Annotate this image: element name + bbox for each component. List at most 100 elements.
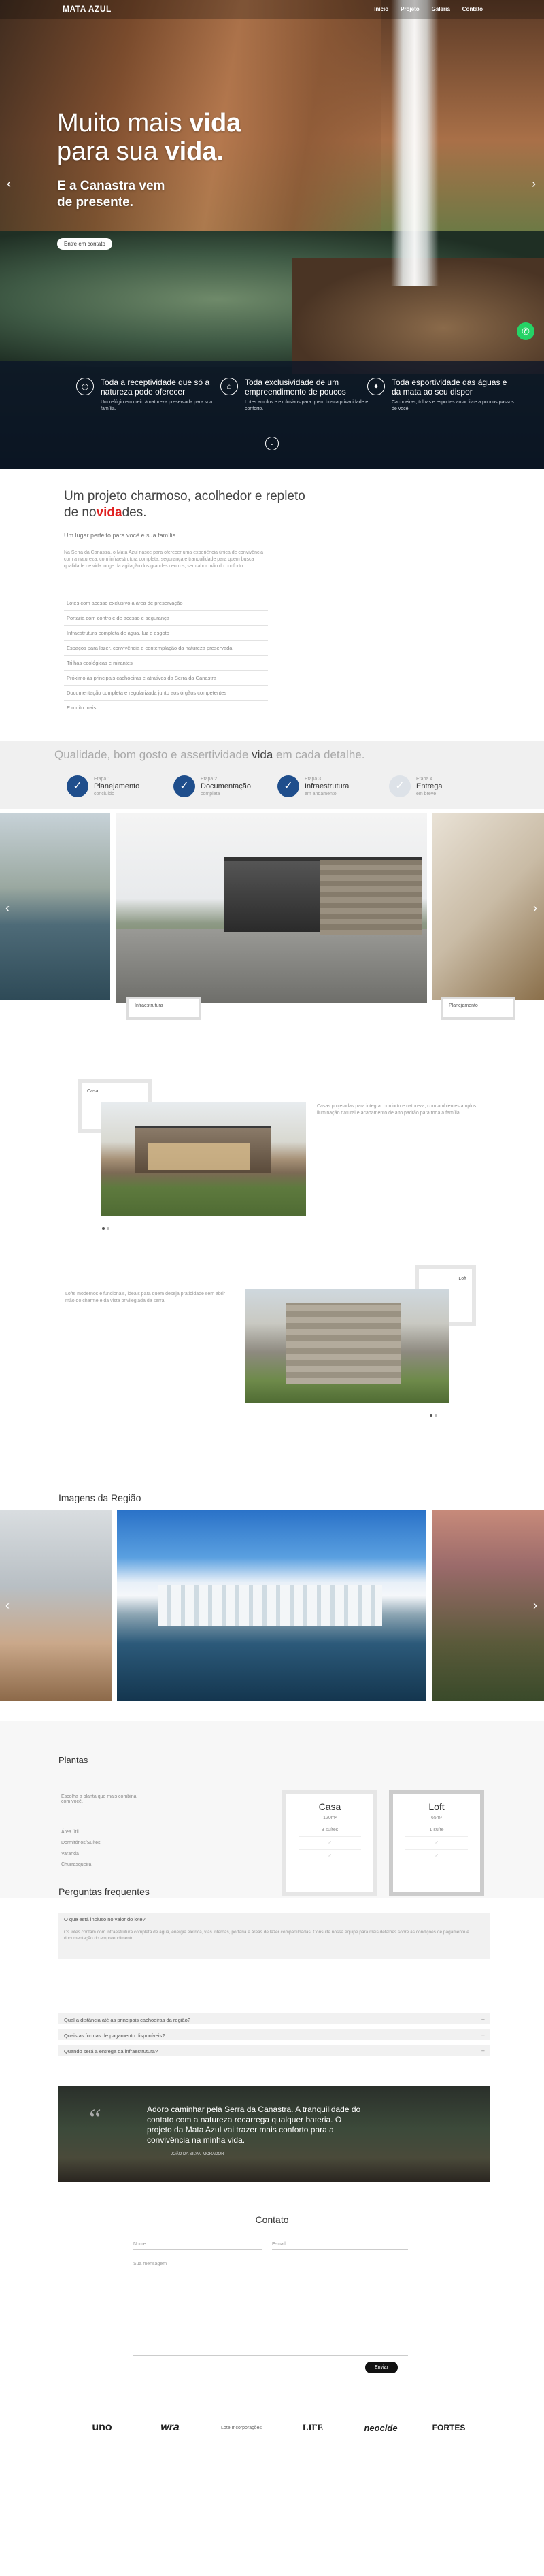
email-field[interactable]: E-mail — [272, 2242, 408, 2250]
plantas-title: Plantas — [58, 1755, 88, 1765]
list-item: Próximo às principais cachoeiras e atrat… — [64, 671, 268, 686]
region-prev-arrow-icon[interactable]: ‹ — [5, 1599, 10, 1613]
partner-logo-fortes: FORTES — [432, 2423, 466, 2432]
region-image-2[interactable] — [117, 1510, 426, 1701]
hero-next-arrow-icon[interactable]: › — [532, 177, 536, 191]
list-item: Documentação completa e regularizada jun… — [64, 686, 268, 701]
gallery-image-planejamento[interactable] — [432, 813, 544, 1000]
nav-item-projeto[interactable]: Projeto — [401, 6, 420, 12]
feature-receptividade: ◎ Toda a receptividade que só a natureza… — [76, 378, 226, 413]
step-documentacao: ✓ Etapa 2 Documentação completa — [173, 775, 251, 797]
partner-logo-neocide: neocide — [364, 2422, 398, 2433]
logo[interactable]: MATA AZUL — [63, 4, 112, 14]
step-infraestrutura: ✓ Etapa 3 Infraestrutura em andamento — [277, 775, 349, 797]
partner-logo-wra: wra — [160, 2422, 180, 2433]
loft-image[interactable] — [245, 1289, 449, 1403]
check-icon: ✓ — [173, 775, 195, 797]
house-shape — [286, 1303, 401, 1384]
check-icon: ✓ — [67, 775, 88, 797]
check-icon: ✓ — [277, 775, 299, 797]
feature-icon: ⌂ — [220, 378, 238, 395]
casa-description: Casas projetadas para integrar conforto … — [317, 1104, 478, 1116]
planta-card-casa[interactable]: Casa 120m² 3 suítes ✓ ✓ — [282, 1790, 377, 1896]
nav-item-inicio[interactable]: Início — [374, 6, 388, 12]
plantas-row-label: Área útil — [61, 1830, 79, 1835]
loft-carousel-dots[interactable] — [430, 1408, 439, 1420]
partner-logo-uno: uno — [92, 2422, 112, 2433]
faq-question: O que está incluso no valor do lote? — [64, 1916, 146, 1922]
quote-icon: “ — [89, 2103, 101, 2134]
faq-answer: Os lotes contam com infraestrutura compl… — [64, 1930, 469, 1941]
hero-prev-arrow-icon[interactable]: ‹ — [7, 177, 11, 191]
gallery-prev-arrow-icon[interactable]: ‹ — [5, 901, 10, 916]
scroll-down-icon[interactable]: ⌄ — [265, 437, 279, 450]
plus-icon: + — [481, 2016, 485, 2023]
quality-title: Qualidade, bom gosto e assertividade vid… — [54, 748, 365, 761]
stone-wall-shape — [320, 860, 422, 935]
road-shape — [116, 929, 427, 1003]
plantas-row-label: Varanda — [61, 1852, 79, 1856]
nav-item-galeria[interactable]: Galeria — [432, 6, 450, 12]
faq-item-open[interactable]: O que está incluso no valor do lote? Os … — [58, 1913, 490, 1959]
project-subtitle: Um lugar perfeito para você e sua famíli… — [64, 532, 178, 539]
list-item: Espaços para lazer, convivência e contem… — [64, 641, 268, 656]
whatsapp-icon[interactable]: ✆ — [517, 322, 534, 340]
faq-item[interactable]: Quando será a entrega da infraestrutura?… — [58, 2045, 490, 2056]
project-feature-list: Lotes com acesso exclusivo à área de pre… — [64, 596, 268, 715]
gallery-image-infraestrutura[interactable] — [116, 813, 427, 1003]
list-item: Portaria com controle de acesso e segura… — [64, 611, 268, 626]
plantas-intro: Escolha a planta que mais combina com vo… — [61, 1794, 137, 1804]
caption-infraestrutura: Infraestrutura — [126, 997, 201, 1020]
project-description: Na Serra da Canastra, o Mata Azul nasce … — [64, 550, 263, 569]
step-entrega: ✓ Etapa 4 Entrega em breve — [389, 775, 443, 797]
project-title: Um projeto charmoso, acolhedor e repleto… — [64, 489, 305, 520]
waterfall-shape — [158, 1585, 382, 1626]
feature-icon: ◎ — [76, 378, 94, 395]
send-button[interactable]: Enviar — [365, 2362, 398, 2373]
hero-subheadline: E a Canastra vem de presente. — [57, 179, 165, 210]
loft-description: Lofts modernos e funcionais, ideais para… — [65, 1292, 226, 1303]
region-title: Imagens da Região — [58, 1492, 141, 1503]
contact-title: Contato — [255, 2214, 289, 2225]
casa-image[interactable] — [101, 1102, 306, 1216]
plus-icon: + — [481, 2032, 485, 2039]
testimonial-author: JOÃO DA SILVA, MORADOR — [171, 2152, 224, 2156]
gallery-image-pool[interactable] — [0, 813, 110, 1000]
planta-card-loft[interactable]: Loft 65m² 1 suíte ✓ ✓ — [389, 1790, 484, 1896]
plantas-row-label: Dormitórios/Suítes — [61, 1841, 101, 1845]
partner-logo-lote: Lote Incorporações — [221, 2425, 262, 2430]
waterfall-image — [391, 0, 439, 286]
plus-icon: + — [481, 2047, 485, 2054]
region-image-3[interactable] — [432, 1510, 544, 1701]
casa-carousel-dots[interactable] — [102, 1221, 112, 1233]
top-nav: MATA AZUL Início Projeto Galeria Contato — [0, 0, 544, 19]
nav-item-contato[interactable]: Contato — [462, 6, 483, 12]
testimonial-text: Adoro caminhar pela Serra da Canastra. A… — [147, 2105, 361, 2145]
hero-headline: Muito mais vida para sua vida. — [57, 109, 241, 166]
list-item: E muito mais. — [67, 705, 98, 711]
message-field[interactable]: Sua mensagem — [133, 2262, 408, 2356]
faq-item[interactable]: Qual a distância até as principais cacho… — [58, 2013, 490, 2024]
list-item: Infraestrutura completa de água, luz e e… — [64, 626, 268, 641]
list-item: Trilhas ecológicas e mirantes — [64, 656, 268, 671]
plantas-row-label: Churrasqueira — [61, 1862, 92, 1867]
feature-exclusividade: ⌂ Toda exclusividade de um empreendiment… — [220, 378, 370, 413]
partner-logo-life: LIFE — [302, 2422, 324, 2432]
feature-icon: ✦ — [367, 378, 385, 395]
window-shape — [148, 1143, 250, 1170]
region-next-arrow-icon[interactable]: › — [533, 1599, 537, 1613]
testimonial: “ Adoro caminhar pela Serra da Canastra.… — [58, 2086, 490, 2182]
nav-links: Início Projeto Galeria Contato — [374, 6, 483, 12]
features-band — [0, 361, 544, 469]
faq-item[interactable]: Quais as formas de pagamento disponíveis… — [58, 2029, 490, 2040]
region-image-1[interactable] — [0, 1510, 112, 1701]
faq-title: Perguntas frequentes — [58, 1886, 150, 1897]
feature-esportividade: ✦ Toda esportividade das águas e da mata… — [367, 378, 517, 413]
list-item: Lotes com acesso exclusivo à área de pre… — [64, 596, 268, 611]
name-field[interactable]: Nome — [133, 2242, 262, 2250]
gallery-next-arrow-icon[interactable]: › — [533, 901, 537, 916]
hero-cta-button[interactable]: Entre em contato — [57, 238, 112, 250]
check-icon: ✓ — [389, 775, 411, 797]
caption-planejamento: Planejamento — [441, 997, 515, 1020]
step-planejamento: ✓ Etapa 1 Planejamento concluído — [67, 775, 139, 797]
